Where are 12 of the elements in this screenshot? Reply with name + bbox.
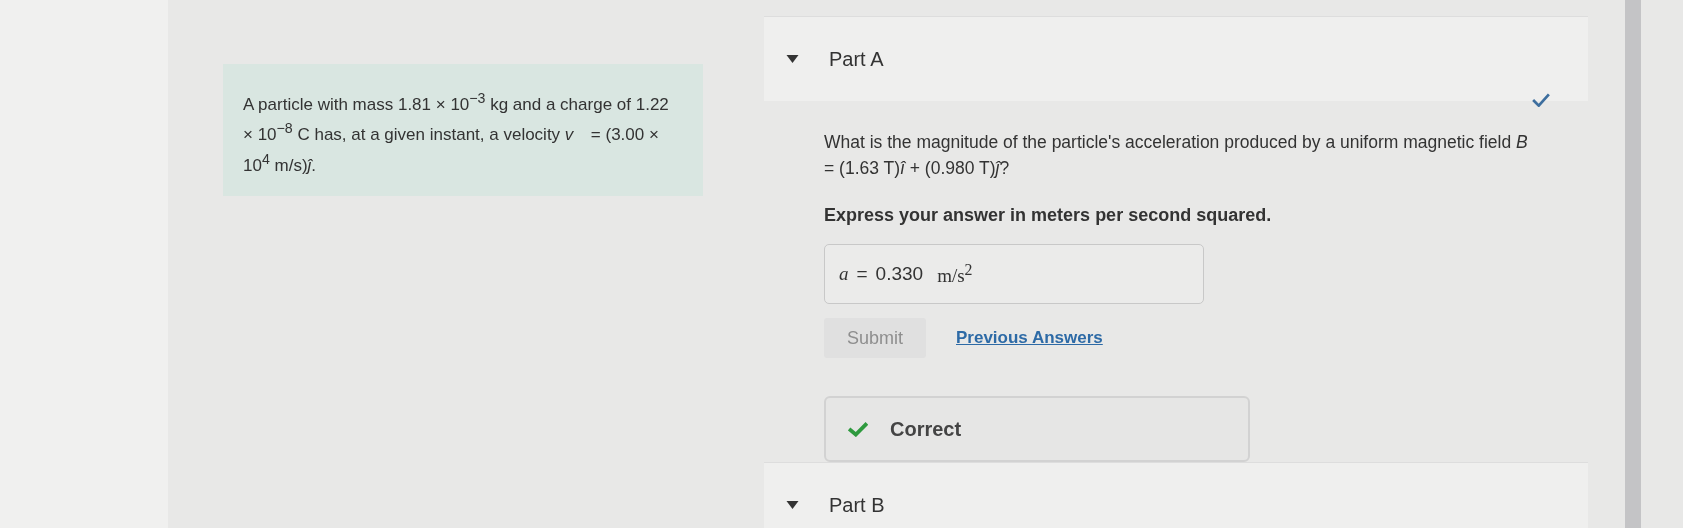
instruction-text: Express your answer in meters per second squared. [824, 205, 1273, 226]
check-icon [848, 421, 868, 437]
part-title: Part A [829, 47, 884, 71]
scrollbar[interactable] [1625, 0, 1641, 528]
part-header[interactable]: Part B [764, 462, 1588, 528]
answer-field[interactable]: a = 0.330 m/s$^{2}$ [824, 244, 1204, 304]
part-title: Part B [829, 493, 885, 517]
part-header[interactable]: Part A [764, 16, 1588, 101]
previous-answers-link[interactable]: Previous Answers [956, 328, 1103, 348]
feedback-box: Correct [824, 396, 1250, 462]
problem-text: A particle with mass 1.81 × 10$^{−3}$ kg and a charge of 1.22 × 10$^{−8}$ C has, at a given instant, a velocity v⃗ = (3.00 × 10$^{4}$ m/s)ĵ. [243, 94, 669, 175]
question-text: What is the magnitude of the particle's acceleration produced by a uniform magnetic field B⃗ = (1.63 T)î + (0.980 T)ĵ? [824, 131, 1542, 180]
